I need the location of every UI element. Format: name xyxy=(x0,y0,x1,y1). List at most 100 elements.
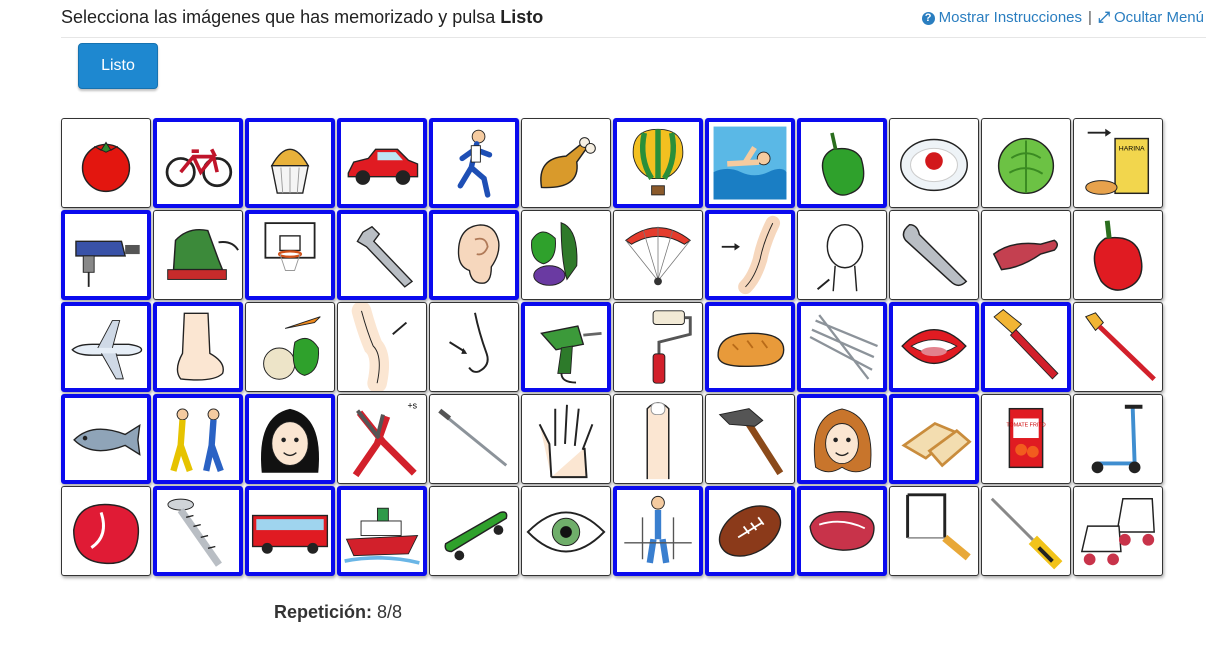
wrench-icon xyxy=(902,223,968,287)
grid-cell-artist-brush[interactable] xyxy=(1073,302,1163,392)
grid-cell-rice-plate[interactable] xyxy=(889,118,979,208)
paintbrush-icon xyxy=(993,309,1059,380)
title-text: Selecciona las imágenes que has memoriza… xyxy=(61,7,501,27)
grid-cell-coping-saw[interactable] xyxy=(889,486,979,576)
title-bold: Listo xyxy=(500,7,544,27)
header: Selecciona las imágenes que has memoriza… xyxy=(61,0,1206,38)
mouth-icon xyxy=(901,329,967,365)
grid-cell-tomato-frito[interactable]: TOMATE FRITO xyxy=(981,394,1071,484)
grid-cell-hot-air-balloon[interactable] xyxy=(613,118,703,208)
grid-cell-paraglider[interactable] xyxy=(613,210,703,300)
nails-icon xyxy=(809,314,878,380)
grid-cell-muffin[interactable] xyxy=(245,118,335,208)
grid-cell-lettuce[interactable] xyxy=(981,118,1071,208)
grid-cell-screwdriver[interactable] xyxy=(981,486,1071,576)
grid-cell-raw-meat[interactable] xyxy=(61,486,151,576)
repetition-value: 8/8 xyxy=(377,602,403,622)
grid-cell-hand[interactable] xyxy=(521,394,611,484)
grid-cell-paint-roller[interactable] xyxy=(613,302,703,392)
grid-cell-finger[interactable] xyxy=(613,394,703,484)
hot-air-balloon-icon xyxy=(632,128,684,196)
grid-cell-sliced-bread[interactable] xyxy=(889,394,979,484)
grid-cell-rugby-ball[interactable] xyxy=(705,486,795,576)
screw-icon xyxy=(167,498,222,567)
lettuce-icon xyxy=(997,137,1055,195)
grid-cell-paintbrush[interactable] xyxy=(981,302,1071,392)
bread-icon xyxy=(717,332,785,368)
svg-text:+s: +s xyxy=(408,401,418,411)
listo-button[interactable]: Listo xyxy=(78,43,158,89)
grid-cell-skier[interactable] xyxy=(613,486,703,576)
grid-cell-fish[interactable] xyxy=(61,394,151,484)
svg-text:TOMATE FRITO: TOMATE FRITO xyxy=(1006,422,1045,428)
grid-cell-sander[interactable] xyxy=(153,210,243,300)
chicken-leg-icon xyxy=(540,137,596,189)
hammer-icon xyxy=(718,408,784,476)
grid-cell-red-pepper[interactable] xyxy=(1073,210,1163,300)
airplane-icon xyxy=(71,320,143,380)
neck-icon xyxy=(816,223,864,292)
page-title: Selecciona las imágenes que has memoriza… xyxy=(61,7,543,28)
basketball-hoop-icon xyxy=(264,222,316,271)
runner-icon xyxy=(457,129,493,198)
grid-cell-airplane[interactable] xyxy=(61,302,151,392)
grid-cell-arm[interactable] xyxy=(705,210,795,300)
grid-cell-bus[interactable] xyxy=(245,486,335,576)
arm-icon xyxy=(721,215,781,295)
grid-cell-bicycle[interactable] xyxy=(153,118,243,208)
grid-cell-handball[interactable] xyxy=(153,394,243,484)
pliers-icon: +s xyxy=(352,401,418,478)
grid-cell-car[interactable] xyxy=(337,118,427,208)
grid-cell-bread[interactable] xyxy=(705,302,795,392)
nose-icon xyxy=(449,312,489,373)
grid-cell-onion-carrot-pepper[interactable] xyxy=(245,302,335,392)
eye-icon xyxy=(526,511,606,553)
grid-cell-runner[interactable] xyxy=(429,118,519,208)
grid-cell-neck[interactable] xyxy=(797,210,887,300)
hide-menu-link[interactable]: ⤢ Ocultar Menú xyxy=(1098,9,1204,26)
grid-cell-jigsaw[interactable] xyxy=(61,210,151,300)
car-icon xyxy=(347,148,419,185)
grid-cell-wrench[interactable] xyxy=(889,210,979,300)
finger-icon xyxy=(646,402,670,480)
grid-cell-flour[interactable]: HARINA xyxy=(1073,118,1163,208)
grid-cell-green-pepper[interactable] xyxy=(797,118,887,208)
hand-icon xyxy=(538,404,594,479)
grid-cell-nails[interactable] xyxy=(797,302,887,392)
skateboard-icon xyxy=(444,511,508,561)
grid-cell-skateboard[interactable] xyxy=(429,486,519,576)
rice-plate-icon xyxy=(900,138,968,192)
grid-cell-foot[interactable] xyxy=(153,302,243,392)
grid-cell-steak[interactable] xyxy=(797,486,887,576)
grid-cell-chicken-leg[interactable] xyxy=(521,118,611,208)
grid-cell-tomato[interactable] xyxy=(61,118,151,208)
ship-icon xyxy=(344,507,420,565)
grid-cell-ship[interactable] xyxy=(337,486,427,576)
grid-cell-nail[interactable] xyxy=(429,394,519,484)
expand-icon: ⤢ xyxy=(1097,9,1110,26)
grid-cell-ear[interactable] xyxy=(429,210,519,300)
show-instructions-link[interactable]: ? Mostrar Instrucciones xyxy=(921,9,1082,26)
grid-cell-basketball-hoop[interactable] xyxy=(245,210,335,300)
grid-cell-knee[interactable] xyxy=(337,302,427,392)
grid-cell-roller-skates[interactable] xyxy=(1073,486,1163,576)
grid-cell-adjustable-wrench[interactable] xyxy=(337,210,427,300)
grid-cell-screw[interactable] xyxy=(153,486,243,576)
grid-cell-drill[interactable] xyxy=(521,302,611,392)
adjustable-wrench-icon xyxy=(356,225,414,288)
grid-cell-eye[interactable] xyxy=(521,486,611,576)
grid-cell-meat-piece[interactable] xyxy=(981,210,1071,300)
grid-cell-girl-face[interactable] xyxy=(245,394,335,484)
grid-cell-hair[interactable] xyxy=(797,394,887,484)
onion-carrot-pepper-icon xyxy=(263,316,321,380)
repetition-label: Repetición: xyxy=(274,602,373,622)
grid-cell-swimmer[interactable] xyxy=(705,118,795,208)
grid-cell-pliers[interactable]: +s xyxy=(337,394,427,484)
grid-cell-vegetables[interactable] xyxy=(521,210,611,300)
grid-cell-scooter[interactable] xyxy=(1073,394,1163,484)
girl-face-icon xyxy=(260,408,320,473)
grid-cell-nose[interactable] xyxy=(429,302,519,392)
grid-cell-hammer[interactable] xyxy=(705,394,795,484)
grid-cell-mouth[interactable] xyxy=(889,302,979,392)
jigsaw-icon xyxy=(75,240,140,287)
